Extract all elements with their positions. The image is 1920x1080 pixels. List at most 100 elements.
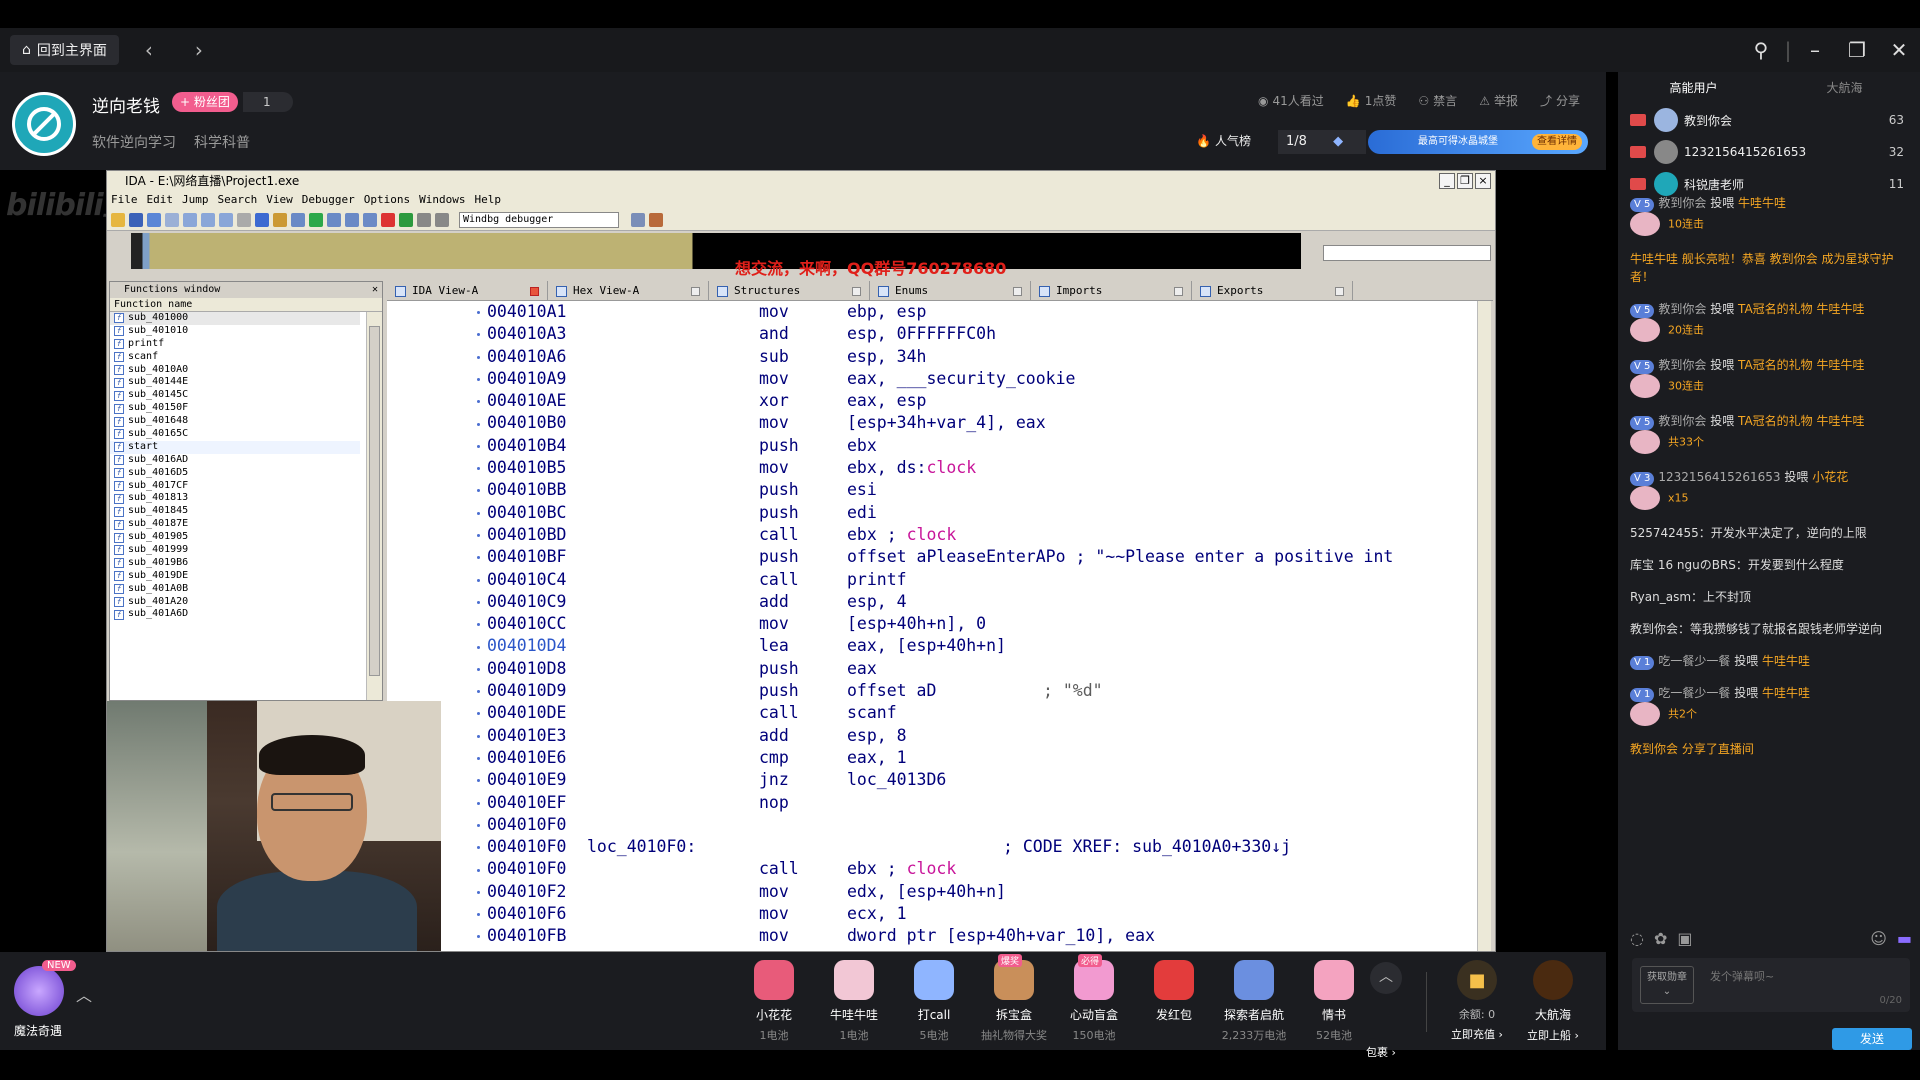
function-item[interactable]: f sub_4016D5 [110, 467, 360, 480]
binary-icon[interactable] [219, 212, 233, 227]
gift-item[interactable]: 牛哇牛哇 1电池 [814, 960, 894, 1043]
captain-action-link[interactable]: 立即上船 › [1516, 1027, 1590, 1043]
listing-scrollbar[interactable] [1477, 301, 1491, 951]
xref-icon[interactable] [363, 212, 377, 227]
chat-user[interactable]: 教到你会 [1658, 414, 1710, 428]
tag-item[interactable]: 科学科普 [194, 132, 250, 152]
code-line[interactable]: 004010BB push esi [487, 479, 1477, 501]
menu-help[interactable]: Help [474, 191, 501, 209]
function-item[interactable]: f sub_401A20 [110, 596, 360, 609]
tab-structures[interactable]: Structures [709, 281, 870, 301]
code-line[interactable]: 004010F0 [487, 814, 1477, 836]
ida-restore-icon[interactable]: ❐ [1457, 173, 1473, 189]
code-line[interactable]: 004010FB mov dword ptr [esp+40h+var_10], e… [487, 925, 1477, 947]
patch-icon[interactable] [273, 212, 287, 227]
function-item[interactable]: f sub_4016AD [110, 454, 360, 467]
top-user-row[interactable]: 1232156415261653 32 [1618, 136, 1920, 168]
code-line[interactable]: 004010B0 mov [esp+34h+var_4], eax [487, 412, 1477, 434]
event-banner[interactable]: 最高可得冰晶城堡 查看详情 [1368, 130, 1588, 154]
package-label[interactable]: 包裹 › [1366, 1044, 1396, 1060]
wallet[interactable]: ■ 余额: 0 立即充值 › [1440, 960, 1514, 1042]
function-item[interactable]: f sub_40150F [110, 402, 360, 415]
chat-message[interactable]: 教到你会 分享了直播间 [1630, 740, 1912, 758]
ban-button[interactable]: ⚇ 禁言 [1418, 92, 1457, 109]
gift-item[interactable]: 发红包 [1134, 960, 1214, 1043]
attach-icon[interactable] [649, 212, 663, 227]
chat-message[interactable]: V 5 教到你会 投喂 TA冠名的礼物 牛哇牛哇 20连击 [1630, 300, 1912, 342]
function-item[interactable]: f sub_40145C [110, 389, 360, 402]
code-line[interactable]: 004010A6 sub esp, 34h [487, 346, 1477, 368]
chat-message[interactable]: 牛哇牛哇 舰长亮啦！恭喜 教到你会 成为星球守护者！ [1630, 250, 1912, 286]
forward-arrow-icon[interactable] [165, 212, 179, 227]
chat-user[interactable]: 教到你会 [1658, 302, 1710, 316]
more-gifts-button[interactable]: ︿ 包裹 › [1366, 962, 1402, 1059]
down-arrow-icon[interactable] [255, 212, 269, 227]
gift-item[interactable]: 打call 5电池 [894, 960, 974, 1043]
code-line[interactable]: 004010BC push edi [487, 502, 1477, 524]
code-line[interactable]: 004010CC mov [esp+40h+n], 0 [487, 613, 1477, 635]
chat-user[interactable]: 吃一餐少一餐 [1658, 686, 1734, 700]
close-icon[interactable] [1013, 286, 1022, 296]
code-line[interactable]: 004010F0 call ebx ; clock [487, 858, 1477, 880]
code-line[interactable]: 004010C9 add esp, 4 [487, 591, 1477, 613]
save-icon[interactable] [129, 212, 143, 227]
code-line[interactable]: 004010C4 call printf [487, 569, 1477, 591]
navigation-combo[interactable] [1323, 245, 1491, 261]
close-icon[interactable] [852, 286, 861, 296]
gift-item[interactable]: 爆奖 拆宝盒 抽礼物得大奖 [974, 954, 1054, 1043]
tab-hex-view-a[interactable]: Hex View-A [548, 281, 709, 301]
debugger-select[interactable]: Windbg debugger [459, 211, 619, 228]
chat-message[interactable]: Ryan_asm：上不封顶 [1630, 588, 1912, 606]
close-icon[interactable] [1174, 286, 1183, 296]
pin-icon[interactable]: ⚲ [1740, 38, 1782, 62]
code-line[interactable]: 004010F2 mov edx, [esp+40h+n] [487, 881, 1477, 903]
code-line[interactable]: 004010A9 mov eax, ___security_cookie [487, 368, 1477, 390]
navigation-strip[interactable] [131, 233, 1301, 269]
code-label[interactable]: loc_4010F0: [587, 836, 696, 858]
home-button[interactable]: ⌂ 回到主界面 [10, 35, 119, 65]
copy-icon[interactable] [183, 212, 197, 227]
minimize-icon[interactable]: – [1794, 38, 1836, 62]
tag-item[interactable]: 软件逆向学习 [92, 132, 176, 152]
function-item[interactable]: f sub_401999 [110, 544, 360, 557]
popularity-rank-button[interactable]: 🔥 人气榜 [1196, 132, 1251, 149]
function-item[interactable]: f sub_401813 [110, 492, 360, 505]
function-item[interactable]: f sub_4010A0 [110, 364, 360, 377]
chat-message[interactable]: V 5 教到你会 投喂 TA冠名的礼物 牛哇牛哇 共33个 [1630, 412, 1912, 454]
get-medal-button[interactable]: 获取勋章 ⌄ [1640, 966, 1694, 1004]
back-arrow-icon[interactable] [147, 212, 161, 227]
chat-message[interactable]: V 1 吃一餐少一餐 投喂 牛哇牛哇 共2个 [1630, 684, 1912, 726]
functions-scrollbar[interactable] [366, 312, 382, 700]
tab-imports[interactable]: Imports [1031, 281, 1192, 301]
gift-icon[interactable]: ✿ [1654, 929, 1667, 948]
function-item[interactable]: f sub_40144E [110, 376, 360, 389]
code-line[interactable]: 004010B5 mov ebx, ds:clock [487, 457, 1477, 479]
function-item[interactable]: f sub_4017CF [110, 480, 360, 493]
close-icon[interactable]: ✕ [372, 282, 378, 298]
code-line[interactable]: 004010DE call scanf [487, 702, 1477, 724]
magic-adventure-icon[interactable] [14, 966, 64, 1016]
palette-icon[interactable]: ◌ [1630, 929, 1644, 948]
struct-icon[interactable] [327, 212, 341, 227]
forward-icon[interactable]: › [179, 38, 219, 62]
stop-icon[interactable] [381, 212, 395, 227]
function-item[interactable]: f start [110, 440, 360, 454]
tab-exports[interactable]: Exports [1192, 281, 1353, 301]
tab-enums[interactable]: Enums [870, 281, 1031, 301]
enum-icon[interactable] [345, 212, 359, 227]
chat-message[interactable]: 库宝 16 nguのBRS：开发要到什么程度 [1630, 556, 1912, 574]
close-icon[interactable]: ✕ [1878, 38, 1920, 62]
code-line[interactable]: 004010F6 mov ecx, 1 [487, 903, 1477, 925]
menu-search[interactable]: Search [218, 191, 258, 209]
function-item[interactable]: f sub_401905 [110, 531, 360, 544]
streamer-avatar[interactable] [12, 92, 76, 156]
code-xref[interactable]: ; CODE XREF: sub_4010A0+330↓j [1003, 836, 1291, 858]
close-icon[interactable] [1335, 286, 1344, 296]
danmaku-input[interactable]: 发个弹幕呗~ [1710, 968, 1774, 984]
code-line[interactable]: 004010E3 add esp, 8 [487, 725, 1477, 747]
function-item[interactable]: f printf [110, 338, 360, 351]
code-line[interactable]: 004010BD call ebx ; clock [487, 524, 1477, 546]
ida-minimize-icon[interactable]: _ [1439, 173, 1455, 189]
code-line[interactable]: 004010EF nop [487, 792, 1477, 814]
search-icon[interactable] [237, 212, 251, 227]
